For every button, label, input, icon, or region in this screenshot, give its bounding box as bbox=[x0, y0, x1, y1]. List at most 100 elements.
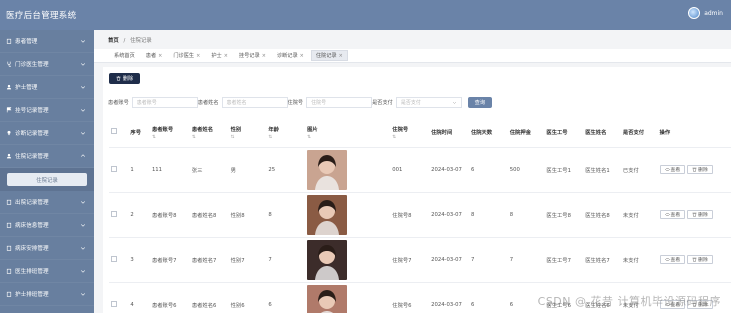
row-checkbox[interactable] bbox=[111, 210, 117, 217]
sidebar-item-0[interactable]: 患者管理 bbox=[0, 30, 94, 53]
actions-cell: 查看 删除 bbox=[657, 147, 731, 193]
avatar[interactable] bbox=[688, 7, 701, 19]
delete-button[interactable]: 删除 bbox=[687, 210, 713, 219]
sort-icon[interactable]: ⇅ bbox=[268, 135, 303, 140]
column-header[interactable]: 患者账号 ⇅ bbox=[149, 118, 190, 148]
cell-doctor_name: 医生姓名8 bbox=[583, 192, 621, 238]
sort-icon[interactable]: ⇅ bbox=[192, 135, 227, 140]
cell-paid: 未支付 bbox=[620, 237, 658, 283]
row-checkbox[interactable] bbox=[111, 255, 117, 262]
tab-4[interactable]: 挂号记录 × bbox=[234, 50, 270, 61]
close-icon[interactable]: × bbox=[224, 53, 228, 59]
column-header-label: 操作 bbox=[659, 130, 671, 137]
column-header[interactable]: 年龄 ⇅ bbox=[266, 118, 306, 148]
chevron-down-icon bbox=[80, 247, 86, 250]
cell-time: 2024-03-07 bbox=[429, 282, 469, 313]
cell-index: 2 bbox=[128, 192, 150, 238]
search-label-name: 患者姓名 bbox=[197, 100, 219, 106]
cell-days: 6 bbox=[468, 282, 508, 313]
sort-icon[interactable]: ⇅ bbox=[392, 135, 427, 140]
paid-select[interactable]: 是否支付 bbox=[395, 97, 462, 108]
sidebar-item-label: 诊断记录管理 bbox=[15, 131, 49, 137]
tab-1[interactable]: 患者 × bbox=[141, 50, 167, 61]
table-row[interactable]: 3 患者账号7 患者姓名7 性别7 7 住院号7 2024-03-07 7 7 医生工号7 医生姓名… bbox=[109, 237, 731, 283]
search-bar: 患者账号 患者账号 患者姓名 患者姓名 住院号 住院号 是否支付 是否支付 查询 bbox=[108, 96, 492, 109]
row-checkbox[interactable] bbox=[111, 165, 117, 172]
breadcrumb-home[interactable]: 首页 bbox=[108, 38, 119, 44]
table-row[interactable]: 2 患者账号8 患者姓名8 性别8 8 住院号8 2024-03-07 8 8 医生工号8 医生姓名… bbox=[109, 192, 731, 238]
tab-label: 挂号记录 bbox=[238, 53, 260, 59]
sidebar-item-9[interactable]: 医生排班管理 bbox=[0, 260, 94, 283]
column-header[interactable]: 患者姓名 ⇅ bbox=[189, 118, 229, 148]
delete-button[interactable]: 删除 bbox=[687, 165, 713, 174]
close-icon[interactable]: × bbox=[300, 53, 304, 59]
name-input[interactable]: 患者姓名 bbox=[221, 97, 288, 108]
column-header-label: 年龄 bbox=[268, 126, 279, 133]
close-icon[interactable]: × bbox=[196, 53, 200, 59]
close-icon[interactable]: × bbox=[339, 53, 343, 59]
sidebar-item-3[interactable]: 挂号记录管理 bbox=[0, 99, 94, 122]
delete-label: 删除 bbox=[698, 258, 708, 263]
username-label: admin bbox=[704, 9, 723, 17]
inpatient-no-input[interactable]: 住院号 bbox=[306, 97, 373, 108]
account-input[interactable]: 患者账号 bbox=[131, 97, 198, 108]
cell-doctor_id: 医生工号1 bbox=[544, 147, 584, 193]
view-button[interactable]: 查看 bbox=[659, 165, 686, 174]
row-checkbox[interactable] bbox=[111, 300, 117, 307]
sidebar-item-2[interactable]: 护士管理 bbox=[0, 76, 94, 99]
sidebar-item-10[interactable]: 护士排班管理 bbox=[0, 283, 94, 306]
sidebar-item-label: 挂号记录管理 bbox=[15, 108, 49, 114]
sort-icon[interactable]: ⇅ bbox=[307, 135, 388, 140]
sidebar-item-8[interactable]: 病床安排管理 bbox=[0, 237, 94, 260]
sidebar-item-1[interactable]: 门诊医生管理 bbox=[0, 53, 94, 76]
actions-cell: 查看 删除 bbox=[657, 237, 731, 283]
sidebar-item-4[interactable]: 诊断记录管理 bbox=[0, 122, 94, 145]
breadcrumb: 首页 / 住院记录 bbox=[108, 36, 152, 44]
sort-icon[interactable]: ⇅ bbox=[231, 135, 265, 140]
column-header[interactable]: 图片 ⇅ bbox=[305, 118, 391, 148]
app-title: 医疗后台管理系统 bbox=[6, 11, 77, 21]
sidebar-item-6[interactable]: 出院记录管理 bbox=[0, 191, 94, 214]
trash-icon bbox=[116, 76, 121, 81]
select-all-checkbox[interactable] bbox=[111, 128, 117, 135]
chevron-down-icon bbox=[80, 63, 86, 66]
user-menu[interactable]: admin bbox=[688, 7, 723, 19]
tab-3[interactable]: 护士 × bbox=[207, 50, 232, 61]
view-label: 查看 bbox=[670, 213, 681, 218]
column-header: 住院时间 bbox=[429, 118, 469, 148]
table-header-row: 序号 患者账号 ⇅ 患者姓名 ⇅ 性别 ⇅ 年龄 ⇅ 图片 ⇅ 住院号 ⇅ 住院时间 住院天数 住院押金 医生工… bbox=[109, 118, 731, 148]
submenu-item-inpatient-records[interactable]: 住院记录 bbox=[7, 173, 87, 186]
cell-age: 7 bbox=[266, 237, 306, 283]
user-icon bbox=[6, 153, 12, 159]
delete-button[interactable]: 删除 bbox=[687, 255, 713, 264]
query-button[interactable]: 查询 bbox=[467, 97, 492, 108]
tab-0[interactable]: 系统首页 bbox=[110, 50, 139, 61]
sidebar-item-label: 医生排班管理 bbox=[15, 269, 49, 275]
tab-6[interactable]: 住院记录 × bbox=[310, 50, 348, 61]
tab-label: 住院记录 bbox=[315, 53, 337, 59]
column-header: 住院天数 bbox=[468, 118, 508, 148]
tab-5[interactable]: 诊断记录 × bbox=[272, 50, 308, 61]
table-row[interactable]: 1 111 张三男 25 001 2024-03-07 6 500 医生工号1 医生姓名1 已支付查… bbox=[109, 147, 731, 193]
close-icon[interactable]: × bbox=[262, 53, 266, 59]
view-button[interactable]: 查看 bbox=[659, 255, 686, 264]
name-placeholder: 患者姓名 bbox=[226, 100, 247, 106]
chevron-down-icon bbox=[80, 201, 86, 204]
trash-icon bbox=[692, 167, 697, 172]
column-header[interactable]: 住院号 ⇅ bbox=[390, 118, 430, 148]
column-header-label: 住院时间 bbox=[431, 130, 453, 137]
sidebar-item-5[interactable]: 住院记录管理 bbox=[0, 145, 94, 168]
close-icon[interactable]: × bbox=[158, 53, 162, 59]
tab-2[interactable]: 门诊医生 × bbox=[169, 50, 205, 61]
stethoscope-icon bbox=[6, 61, 12, 67]
search-label-account: 患者账号 bbox=[108, 100, 129, 106]
cell-time: 2024-03-07 bbox=[429, 147, 469, 193]
sidebar-item-7[interactable]: 病床信息管理 bbox=[0, 214, 94, 237]
tab-bar: 系统首页 患者 × 门诊医生 × 护士 × 挂号记录 × 诊断记录 × 住院记录 × bbox=[94, 49, 731, 63]
view-button[interactable]: 查看 bbox=[659, 210, 686, 219]
batch-delete-button[interactable]: 删除 bbox=[109, 73, 140, 84]
cell-paid: 未支付 bbox=[620, 192, 658, 238]
sort-icon[interactable]: ⇅ bbox=[152, 135, 188, 140]
cell-days: 7 bbox=[468, 237, 508, 283]
column-header[interactable]: 性别 ⇅ bbox=[228, 118, 267, 148]
